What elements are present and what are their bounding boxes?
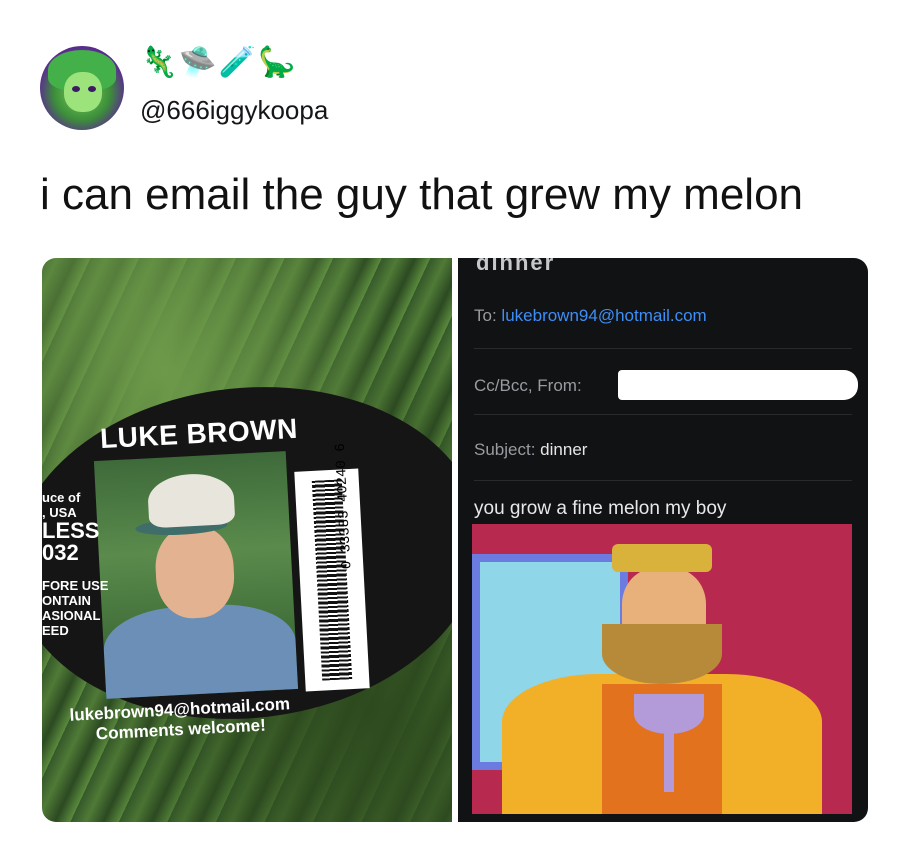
divider	[474, 414, 852, 415]
sticker-side-line: EED	[42, 623, 69, 638]
email-to-label: To:	[474, 306, 497, 325]
sticker-side-line: uce of	[42, 490, 81, 505]
crown-icon	[612, 544, 712, 572]
avatar-eye	[72, 86, 80, 92]
tweet-text: i can email the guy that grew my melon	[40, 170, 804, 219]
sticker-side-line: 032	[42, 540, 79, 565]
email-screenshot[interactable]: dinner To: lukebrown94@hotmail.com Cc/Bc…	[458, 258, 868, 822]
display-name-emoji-row: 🦎 🛸 🧪 🦕	[140, 42, 295, 82]
sticker-side-text: uce of , USA LESS 032 FORE USE ONTAIN AS…	[42, 490, 112, 638]
email-cut-header: dinner	[476, 258, 556, 275]
goblet-stem	[664, 732, 674, 792]
lizard-emoji-icon: 🦎	[140, 45, 178, 79]
test-tube-emoji-icon: 🧪	[218, 45, 257, 79]
avatar-face	[64, 72, 102, 112]
sticker-side-line: ONTAIN	[42, 593, 91, 608]
user-handle[interactable]: @666iggykoopa	[140, 95, 328, 126]
barcode: 0 33383 40240 6	[294, 443, 370, 692]
redaction-bar	[618, 370, 858, 400]
email-subject-label: Subject:	[474, 440, 536, 459]
email-body: you grow a fine melon my boy	[474, 498, 727, 519]
email-cc-label: Cc/Bcc, From:	[474, 376, 582, 395]
email-subject-row: Subject: dinner	[474, 440, 852, 460]
king-cartoon-image	[472, 524, 852, 814]
sticker-side-line: FORE USE	[42, 578, 109, 593]
sticker-side-line: LESS	[42, 518, 100, 543]
farmer-face	[153, 524, 237, 621]
goblet-icon	[634, 694, 704, 734]
king-beard	[602, 624, 722, 684]
email-to-address: lukebrown94@hotmail.com	[501, 306, 707, 325]
email-subject-value: dinner	[540, 440, 588, 459]
sticker-side-line: ASIONAL	[42, 608, 101, 623]
divider	[474, 348, 852, 349]
email-to-row: To: lukebrown94@hotmail.com	[474, 306, 852, 326]
avatar-eye	[88, 86, 96, 92]
cartoon-king	[502, 544, 822, 814]
farmer-cap	[146, 471, 236, 529]
farmer-photo	[93, 451, 299, 699]
dinosaur-emoji-icon: 🦕	[258, 45, 296, 79]
divider	[474, 480, 852, 481]
avatar[interactable]	[40, 46, 124, 130]
ufo-emoji-icon: 🛸	[179, 45, 217, 79]
